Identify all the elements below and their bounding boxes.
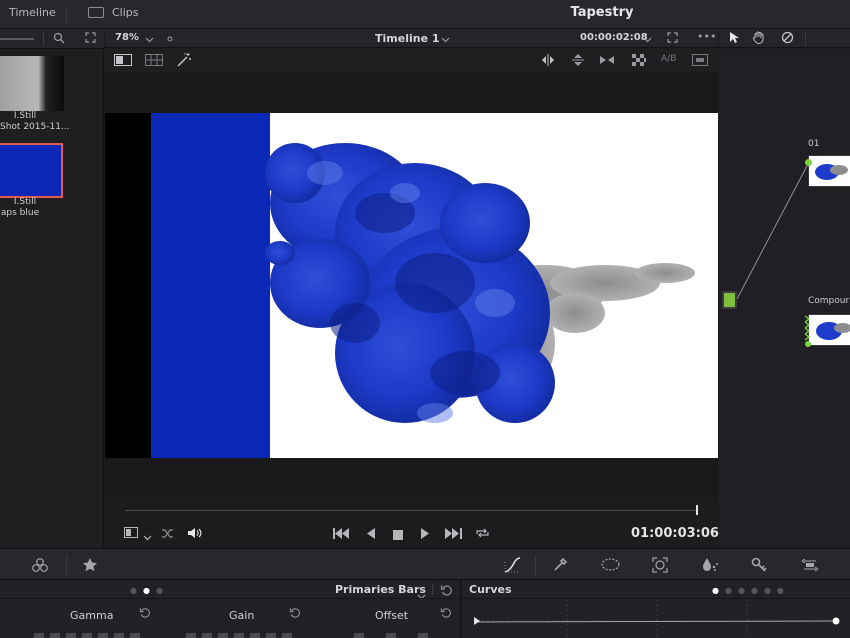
still-name-label: Shot 2015-11... xyxy=(0,122,70,132)
source-timecode: 00:00:02:08 xyxy=(580,32,648,43)
play-icon[interactable] xyxy=(421,528,430,542)
checkerboard-icon[interactable] xyxy=(632,54,646,69)
video-frame xyxy=(105,113,718,458)
node-name-label: Compour xyxy=(808,296,850,306)
color-palette-toolbar xyxy=(0,548,850,580)
node-number-label: 01 xyxy=(808,139,820,149)
zoom-level[interactable]: 78% xyxy=(115,32,139,43)
chevron-down-icon[interactable] xyxy=(143,530,152,544)
curves-icon[interactable] xyxy=(504,557,521,577)
highlight-icon[interactable] xyxy=(692,54,708,69)
node-inputs-icon xyxy=(804,315,811,347)
volume-icon[interactable] xyxy=(187,527,202,542)
more-options-icon[interactable]: ••• xyxy=(697,30,716,43)
page-dots[interactable]: ●●●●●● xyxy=(712,586,790,595)
hand-icon[interactable] xyxy=(752,31,765,47)
bar-tick-marks xyxy=(34,633,428,638)
shuffle-icon[interactable] xyxy=(161,528,174,542)
search-icon[interactable] xyxy=(52,32,66,46)
bypass-icon[interactable] xyxy=(781,31,794,47)
divider xyxy=(43,32,44,46)
dot-icon xyxy=(167,32,173,45)
clips-tab-label: Clips xyxy=(112,6,139,19)
gamma-label: Gamma xyxy=(70,609,114,622)
viewer-mode-icon[interactable] xyxy=(124,527,138,541)
playhead[interactable] xyxy=(696,505,698,515)
node-editor: 01 Compour xyxy=(719,49,850,548)
stop-icon[interactable] xyxy=(393,529,403,543)
image-wipe-icon[interactable] xyxy=(114,54,132,69)
corrector-node[interactable] xyxy=(808,155,850,187)
pointer-icon[interactable] xyxy=(729,31,740,47)
node-input-dot[interactable] xyxy=(805,159,812,166)
gallery-toolbar xyxy=(0,29,104,49)
viewer-tools: A/B xyxy=(105,49,718,72)
magic-wand-icon[interactable] xyxy=(176,52,192,71)
transport-bar: 01:00:03:06 xyxy=(105,500,719,548)
gain-reset-icon[interactable] xyxy=(289,607,301,622)
gamma-reset-icon[interactable] xyxy=(139,607,151,622)
offset-reset-icon[interactable] xyxy=(440,607,452,622)
qualifier-eyedropper-icon[interactable] xyxy=(553,557,568,576)
sizing-icon[interactable] xyxy=(800,557,820,577)
divider xyxy=(66,555,67,575)
expand-icon[interactable] xyxy=(83,32,97,46)
source-input-node[interactable] xyxy=(722,291,737,309)
clips-tab[interactable]: Clips xyxy=(88,6,139,19)
chevron-down-icon[interactable] xyxy=(417,585,426,604)
tracker-icon[interactable] xyxy=(652,557,668,577)
favorites-star-icon[interactable] xyxy=(82,557,98,576)
top-bar: Timeline Clips Tapestry xyxy=(0,0,850,29)
project-title: Tapestry xyxy=(570,5,634,20)
play-reverse-icon[interactable] xyxy=(366,528,375,542)
loop-icon[interactable] xyxy=(475,527,490,542)
still-thumbnail[interactable] xyxy=(0,56,64,111)
ab-wipe-label[interactable]: A/B xyxy=(661,54,676,64)
divider xyxy=(66,6,67,23)
scrub-track[interactable] xyxy=(125,510,697,511)
compound-node[interactable] xyxy=(808,314,850,346)
divider xyxy=(805,31,806,46)
flip-horizontal-icon[interactable] xyxy=(541,54,555,69)
clips-icon xyxy=(88,7,104,18)
gain-label: Gain xyxy=(229,609,255,622)
flip-vertical-icon[interactable] xyxy=(572,53,584,70)
color-wheels-icon[interactable] xyxy=(32,558,48,576)
primaries-title: Primaries Bars xyxy=(335,583,426,596)
split-screen-icon[interactable] xyxy=(145,54,163,69)
divider xyxy=(535,555,536,575)
blur-icon[interactable] xyxy=(702,557,719,576)
node-editor-header xyxy=(719,29,850,48)
still-type-label: I.Still xyxy=(13,197,37,207)
viewer-header: 78% Timeline 1 00:00:02:08 ••• xyxy=(105,29,718,48)
divider xyxy=(0,598,461,599)
playhead-timecode: 01:00:03:06 xyxy=(631,526,719,541)
gallery-panel: I.Still Shot 2015-11... I.Still aps blue xyxy=(0,29,104,548)
primaries-panel: ●●● Primaries Bars Gamma Gain Offset xyxy=(0,580,461,638)
curve-graph[interactable] xyxy=(462,599,850,638)
viewer xyxy=(105,72,718,500)
thumbnail-size-slider[interactable] xyxy=(0,38,34,40)
chevron-down-icon[interactable] xyxy=(145,33,154,46)
skip-to-start-icon[interactable] xyxy=(333,528,350,542)
wipe-direction-icon[interactable] xyxy=(599,54,615,69)
window-circle-icon[interactable] xyxy=(601,558,620,575)
divider xyxy=(432,583,433,595)
curves-title: Curves xyxy=(469,583,512,596)
still-name-label: aps blue xyxy=(0,208,40,218)
timeline-tab[interactable]: Timeline xyxy=(9,6,56,19)
curves-panel: Curves ●●●●●● xyxy=(462,580,850,638)
skip-to-end-icon[interactable] xyxy=(445,528,462,542)
still-thumbnail-selected[interactable] xyxy=(0,143,63,198)
fullscreen-icon[interactable] xyxy=(667,32,678,46)
page-dots[interactable]: ●●● xyxy=(130,586,169,595)
key-icon[interactable] xyxy=(751,557,767,577)
chevron-down-icon[interactable] xyxy=(643,33,652,46)
ink-splash-image xyxy=(265,143,695,423)
chevron-down-icon[interactable] xyxy=(441,33,450,46)
timeline-name[interactable]: Timeline 1 xyxy=(375,32,440,45)
offset-label: Offset xyxy=(375,609,409,622)
still-type-label: I.Still xyxy=(13,111,37,121)
